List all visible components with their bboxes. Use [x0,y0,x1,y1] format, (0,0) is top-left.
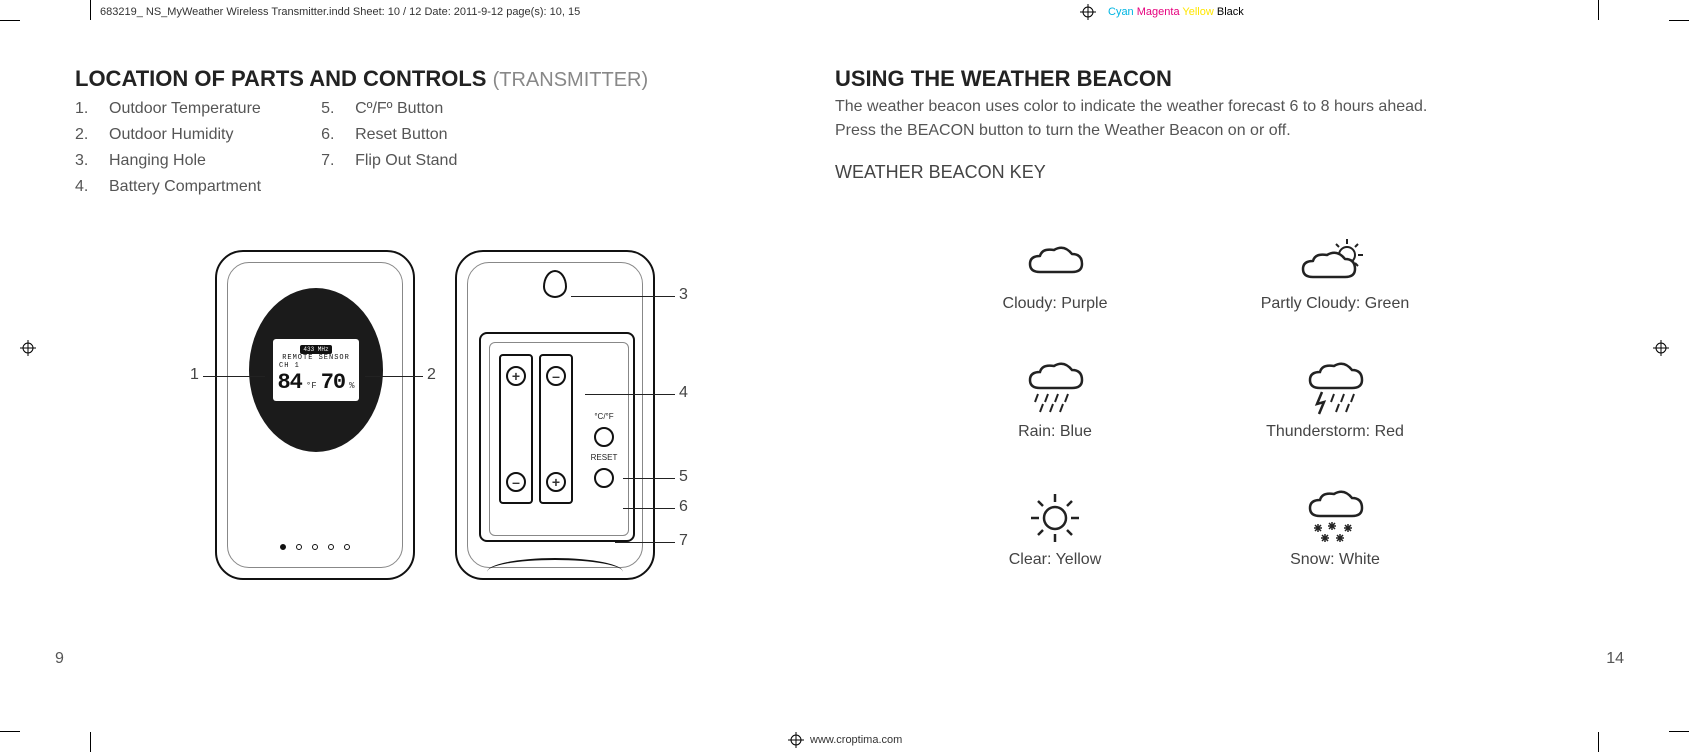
humidity-value: 70 [321,370,345,395]
list-item: 5.Cº/Fº Button [321,100,457,118]
callout-3: 3 [679,286,688,304]
plus-icon: + [546,472,566,492]
indicator-dots [217,544,413,550]
battery-slot: + – [499,354,533,504]
yellow-label: Yellow [1182,6,1213,18]
minus-icon: – [546,366,566,386]
list-item: 3.Hanging Hole [75,152,261,170]
battery-panel: + – – + °C/°F RESET [479,332,635,542]
beacon-snow: Snow: White [1215,469,1455,569]
temp-unit: °F [306,381,317,391]
beacon-label: Rain: Blue [1018,423,1092,441]
crop-mark [1598,0,1599,20]
paragraph: The weather beacon uses color to indicat… [835,98,1575,116]
temp-value: 84 [277,370,301,395]
header-file-info: 683219_ NS_MyWeather Wireless Transmitte… [100,6,580,18]
beacon-label: Thunderstorm: Red [1266,423,1404,441]
callout-line [623,478,675,479]
list-item: 2.Outdoor Humidity [75,126,261,144]
crop-mark [0,20,20,21]
crop-mark [1669,731,1689,732]
callout-line [203,376,265,377]
right-page: USING THE WEATHER BEACON The weather bea… [835,40,1575,690]
beacon-clear: Clear: Yellow [935,469,1175,569]
callout-5: 5 [679,468,688,486]
beacon-label: Cloudy: Purple [1003,295,1108,313]
parts-list: 1.Outdoor Temperature 2.Outdoor Humidity… [75,100,815,196]
callout-6: 6 [679,498,688,516]
callout-1: 1 [190,366,199,384]
transmitter-front: 433 MHz REMOTE SENSOR CH 1 84 °F 70% [215,250,415,580]
registration-mark-icon [1080,4,1096,20]
magenta-label: Magenta [1137,6,1180,18]
left-page: LOCATION OF PARTS AND CONTROLS (TRANSMIT… [75,40,815,690]
snow-icon [1300,490,1370,545]
minus-icon: – [506,472,526,492]
cf-button [594,427,614,447]
header-color-separations: Cyan Magenta Yellow Black [1108,6,1244,18]
callout-line [615,542,675,543]
beacon-key-grid: Cloudy: Purple Partly Cloudy: Green [935,213,1575,569]
page-number-left: 9 [55,650,64,668]
crop-mark [1669,20,1689,21]
partly-cloudy-icon [1295,234,1375,289]
callout-4: 4 [679,384,688,402]
footer-url: www.croptima.com [810,734,902,746]
cf-label: °C/°F [594,412,613,421]
side-controls: °C/°F RESET [587,412,621,488]
page-title: USING THE WEATHER BEACON [835,66,1575,92]
black-label: Black [1217,6,1244,18]
beacon-rain: Rain: Blue [935,341,1175,441]
transmitter-back: + – – + °C/°F RESET [455,250,655,580]
title-sub: (TRANSMITTER) [493,69,649,91]
callout-2: 2 [427,366,436,384]
channel-label: CH 1 [279,362,300,370]
beacon-label: Partly Cloudy: Green [1261,295,1410,313]
list-item: 4.Battery Compartment [75,178,261,196]
crop-mark [90,0,91,20]
beacon-thunderstorm: Thunderstorm: Red [1215,341,1455,441]
list-item: 1.Outdoor Temperature [75,100,261,118]
callout-line [585,394,675,395]
registration-mark-icon [20,340,36,356]
reset-label: RESET [591,453,618,462]
humidity-unit: % [349,381,354,391]
registration-mark-icon [1653,340,1669,356]
list-item: 6.Reset Button [321,126,457,144]
crop-mark [1598,732,1599,752]
page-number-right: 14 [1606,650,1624,668]
freq-badge: 433 MHz [300,345,331,354]
sensor-label: REMOTE SENSOR [282,354,350,362]
sun-icon [1025,490,1085,545]
battery-slot: – + [539,354,573,504]
crop-mark [0,731,20,732]
beacon-cloudy: Cloudy: Purple [935,213,1175,313]
callout-7: 7 [679,532,688,550]
plus-icon: + [506,366,526,386]
title-main: LOCATION OF PARTS AND CONTROLS [75,66,486,91]
hanging-hole [543,270,567,298]
cloud-icon [1020,234,1090,289]
beacon-label: Clear: Yellow [1009,551,1102,569]
callout-line [365,376,423,377]
page-title: LOCATION OF PARTS AND CONTROLS (TRANSMIT… [75,66,815,92]
cyan-label: Cyan [1108,6,1134,18]
reset-button [594,468,614,488]
registration-mark-icon [788,732,804,748]
beacon-label: Snow: White [1290,551,1380,569]
list-item: 7.Flip Out Stand [321,152,457,170]
callout-line [571,296,675,297]
beacon-partly-cloudy: Partly Cloudy: Green [1215,213,1455,313]
thunderstorm-icon [1300,362,1370,417]
callout-line [623,508,675,509]
sensor-face: 433 MHz REMOTE SENSOR CH 1 84 °F 70% [249,288,383,452]
subheading: WEATHER BEACON KEY [835,162,1575,183]
lcd-display: 433 MHz REMOTE SENSOR CH 1 84 °F 70% [273,339,359,401]
rain-icon [1020,362,1090,417]
transmitter-diagram: 433 MHz REMOTE SENSOR CH 1 84 °F 70% [145,250,705,590]
paragraph: Press the BEACON button to turn the Weat… [835,122,1575,140]
crop-mark [90,732,91,752]
